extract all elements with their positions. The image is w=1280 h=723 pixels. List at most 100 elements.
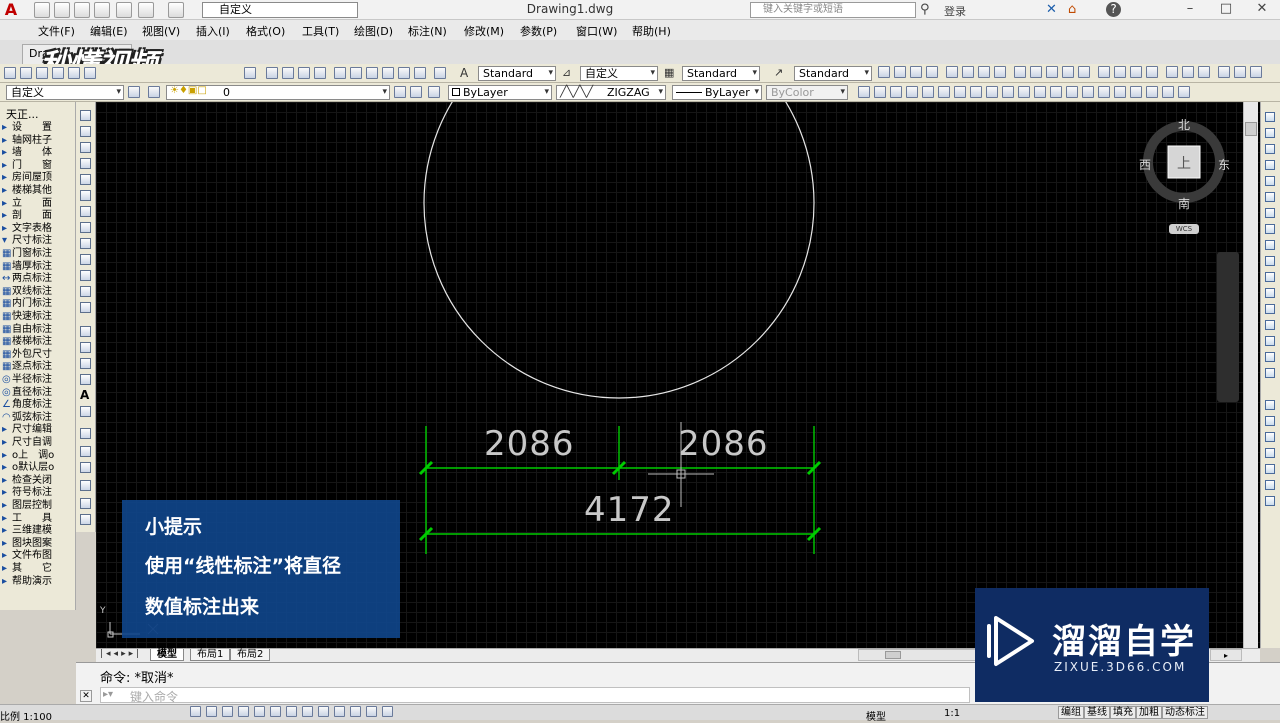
add-selected-icon[interactable] <box>80 406 91 417</box>
object-snap-7-icon[interactable] <box>1265 496 1275 506</box>
menu-draw[interactable]: 绘图(D) <box>354 23 393 39</box>
dim-radius-icon[interactable] <box>946 66 958 78</box>
tianzheng-menu-item[interactable]: ▦自由标注 <box>2 324 74 337</box>
plot-style-select[interactable]: ByColor <box>766 85 848 100</box>
print-icon[interactable] <box>116 2 132 18</box>
layer-freeze-icon[interactable] <box>80 462 91 473</box>
object-snap-3-icon[interactable] <box>1265 432 1275 442</box>
tianzheng-menu-item[interactable]: ▸ 图层控制 <box>2 500 74 513</box>
make-block-icon[interactable] <box>80 302 91 313</box>
tianzheng-menu-item[interactable]: ▸ 符号标注 <box>2 487 74 500</box>
move-icon[interactable] <box>1265 192 1275 202</box>
ducs-toggle-icon[interactable] <box>302 706 313 717</box>
tianzheng-menu-item[interactable]: ▸ 其 它 <box>2 563 74 576</box>
explode-icon[interactable] <box>1265 368 1275 378</box>
viewcube-west[interactable]: 西 <box>1139 156 1151 173</box>
dim-baseline-icon[interactable] <box>1030 66 1042 78</box>
menu-dimension[interactable]: 标注(N) <box>408 23 447 39</box>
properties-icon[interactable] <box>334 67 346 79</box>
viewcube-south[interactable]: 南 <box>1178 195 1190 212</box>
tianzheng-menu-item[interactable]: ◎直径标注 <box>2 387 74 400</box>
quick-dim-icon[interactable] <box>1014 66 1026 78</box>
tianzheng-menu-item[interactable]: ▦快速标注 <box>2 311 74 324</box>
tianzheng-menu-item[interactable]: ▸ 尺寸编辑 <box>2 424 74 437</box>
tianzheng-menu-item[interactable]: ▸ 轴网柱子 <box>2 135 74 148</box>
pan-icon[interactable] <box>266 67 278 79</box>
dim-continue-icon[interactable] <box>1046 66 1058 78</box>
login-link[interactable]: 登录 <box>944 3 966 19</box>
tz-tool-8-icon[interactable] <box>970 86 982 98</box>
polygon-icon[interactable] <box>80 158 91 169</box>
tz-tool-5-icon[interactable] <box>922 86 934 98</box>
object-snap-5-icon[interactable] <box>1265 464 1275 474</box>
workspace-combo[interactable]: 自定义 <box>6 85 124 100</box>
layer-off-icon[interactable] <box>80 480 91 491</box>
layer-isolate-icon[interactable] <box>80 446 91 457</box>
tianzheng-menu-item[interactable]: ▸ 立 面 <box>2 198 74 211</box>
dim-space-icon[interactable] <box>1062 66 1074 78</box>
status-fill-button[interactable]: 填充 <box>1110 706 1136 719</box>
tianzheng-menu-item[interactable]: ▦内门标注 <box>2 298 74 311</box>
dimension-text-total[interactable]: 4172 <box>584 490 675 530</box>
point-icon[interactable] <box>80 326 91 337</box>
tolerance-icon[interactable] <box>1098 66 1110 78</box>
tianzheng-menu-item[interactable]: ▸ 文件布图 <box>2 550 74 563</box>
help-icon[interactable] <box>434 67 446 79</box>
workspace-select[interactable]: 自定义 <box>202 2 358 18</box>
tianzheng-menu-item[interactable]: ▸ 尺寸自调 <box>2 437 74 450</box>
tab-layout1[interactable]: 布局1 <box>190 649 231 661</box>
object-snap-1-icon[interactable] <box>1265 400 1275 410</box>
break-at-point-icon[interactable] <box>1265 288 1275 298</box>
dimension-text-left[interactable]: 2086 <box>484 424 575 464</box>
layer-previous-icon[interactable] <box>410 86 422 98</box>
gradient-icon[interactable] <box>80 358 91 369</box>
status-baseline-button[interactable]: 基线 <box>1084 706 1110 719</box>
grid-toggle-icon[interactable] <box>206 706 217 717</box>
layer-lock-icon[interactable] <box>80 498 91 509</box>
osnap-toggle-icon[interactable] <box>254 706 265 717</box>
color-select[interactable]: ByLayer <box>448 85 552 100</box>
dim-diameter-icon[interactable] <box>978 66 990 78</box>
drawing-scale[interactable]: 比例 1:100 <box>0 708 52 723</box>
status-bold-button[interactable]: 加粗 <box>1136 706 1162 719</box>
menu-help[interactable]: 帮助(H) <box>632 23 671 39</box>
plot-preview-icon[interactable] <box>68 67 80 79</box>
table-style-select[interactable]: Standard <box>682 66 760 81</box>
account-icon[interactable]: ⌂ <box>1068 2 1076 17</box>
extend-icon[interactable] <box>1265 272 1275 282</box>
calculator-icon[interactable] <box>414 67 426 79</box>
sheet-set-icon[interactable] <box>382 67 394 79</box>
jogged-linear-icon[interactable] <box>1146 66 1158 78</box>
tianzheng-menu-item[interactable]: ▸ 图块图案 <box>2 538 74 551</box>
open-icon[interactable] <box>20 67 32 79</box>
tianzheng-menu-item[interactable]: ↔ 两点标注 <box>2 273 74 286</box>
dimension-text-right[interactable]: 2086 <box>678 424 769 464</box>
tianzheng-menu-item[interactable]: ▸ 文字表格 <box>2 223 74 236</box>
tianzheng-menu-item[interactable]: ▸ o上 调o <box>2 450 74 463</box>
mleader-style-select[interactable]: Standard <box>794 66 872 81</box>
circle-icon[interactable] <box>80 206 91 217</box>
wcs-menu[interactable]: WCS <box>1169 224 1199 234</box>
revision-cloud-icon[interactable] <box>80 222 91 233</box>
save-icon[interactable] <box>74 2 90 18</box>
tianzheng-menu-item[interactable]: ▸ 工 具 <box>2 513 74 526</box>
help-icon[interactable]: ? <box>1106 2 1121 17</box>
publish-icon[interactable] <box>84 67 96 79</box>
design-center-icon[interactable] <box>350 67 362 79</box>
construction-line-icon[interactable] <box>80 126 91 137</box>
horizontal-scrollbar[interactable] <box>858 649 978 661</box>
text-style-select[interactable]: Standard <box>478 66 556 81</box>
zoom-window-icon[interactable] <box>298 67 310 79</box>
menu-insert[interactable]: 插入(I) <box>196 23 230 39</box>
undo-icon[interactable] <box>138 2 154 18</box>
spline-icon[interactable] <box>80 238 91 249</box>
erase-icon[interactable] <box>1265 112 1275 122</box>
redo-icon[interactable] <box>168 2 184 18</box>
print-icon[interactable] <box>52 67 64 79</box>
dim-update-icon[interactable] <box>1198 66 1210 78</box>
redo-icon[interactable] <box>244 67 256 79</box>
tianzheng-menu-item[interactable]: ∠角度标注 <box>2 399 74 412</box>
stretch-icon[interactable] <box>1265 240 1275 250</box>
command-close-icon[interactable]: ✕ <box>80 690 92 702</box>
markup-icon[interactable] <box>398 67 410 79</box>
